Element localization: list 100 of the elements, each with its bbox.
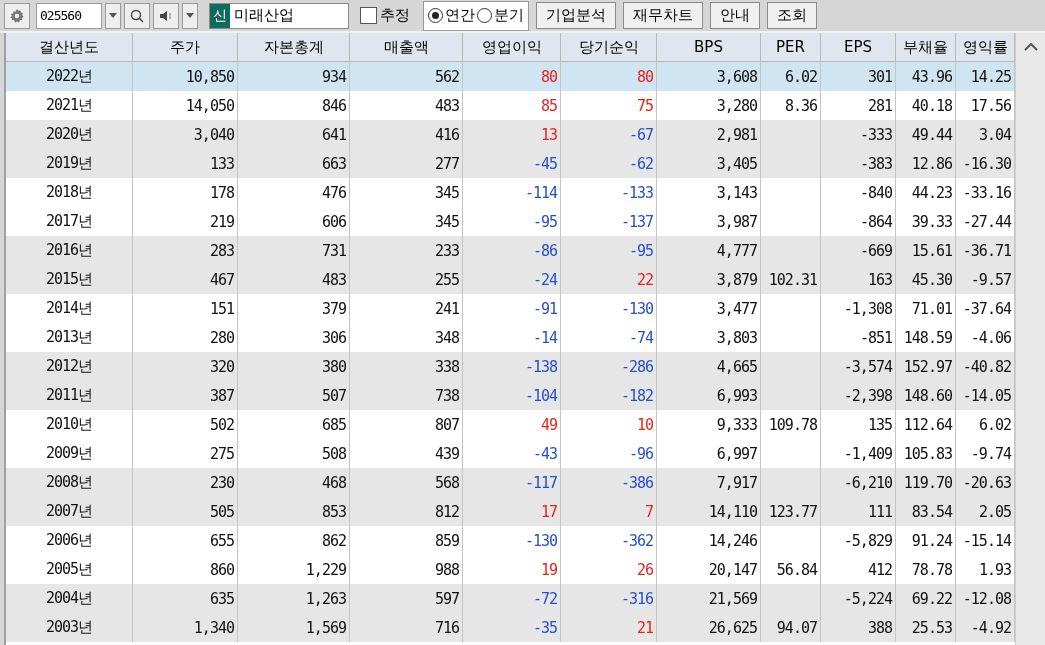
table-cell: 2022년 <box>6 62 133 91</box>
company-field[interactable]: 신 미래산업 <box>209 2 349 29</box>
table-cell <box>761 584 821 613</box>
table-cell: -35 <box>463 613 561 642</box>
table-cell <box>761 381 821 410</box>
code-dropdown-button[interactable] <box>105 2 121 29</box>
table-cell: 2015년 <box>6 265 133 294</box>
column-header[interactable]: 영익률 <box>956 33 1015 62</box>
table-cell: -316 <box>561 584 657 613</box>
column-header[interactable]: 자본총계 <box>238 33 350 62</box>
search-button[interactable] <box>124 2 150 29</box>
table-cell: 507 <box>238 381 350 410</box>
scroll-up-icon[interactable] <box>1023 43 1038 51</box>
period-radio[interactable]: 연간 <box>428 6 475 25</box>
speaker-icon <box>159 9 173 22</box>
action-button[interactable]: 기업분석 <box>536 2 616 29</box>
settings-button[interactable] <box>4 2 30 29</box>
table-cell: 483 <box>238 265 350 294</box>
column-header[interactable]: EPS <box>821 33 896 62</box>
table-cell: 148.60 <box>896 381 956 410</box>
table-cell: 505 <box>133 497 238 526</box>
table-cell <box>761 149 821 178</box>
column-header[interactable]: BPS <box>657 33 761 62</box>
table-cell <box>761 120 821 149</box>
action-button[interactable]: 안내 <box>710 2 760 29</box>
table-cell: -182 <box>561 381 657 410</box>
table-cell: 152.97 <box>896 352 956 381</box>
table-cell: 94.07 <box>761 613 821 642</box>
table-cell: -333 <box>821 120 896 149</box>
new-badge: 신 <box>210 3 230 28</box>
table-cell: 7,917 <box>657 468 761 497</box>
table-cell: 12.86 <box>896 149 956 178</box>
table-cell <box>761 236 821 265</box>
table-cell: 10,850 <box>133 62 238 91</box>
table-cell: 6.02 <box>761 62 821 91</box>
table-cell <box>761 352 821 381</box>
table-cell: 2012년 <box>6 352 133 381</box>
table-cell: 277 <box>350 149 463 178</box>
table-cell: -286 <box>561 352 657 381</box>
table-cell: 597 <box>350 584 463 613</box>
table-cell: 15.61 <box>896 236 956 265</box>
column-header[interactable]: 주가 <box>133 33 238 62</box>
table-cell: 123.77 <box>761 497 821 526</box>
table-cell: -36.71 <box>956 236 1015 265</box>
table-cell: 301 <box>821 62 896 91</box>
table-cell: 22 <box>561 265 657 294</box>
table-cell: 14,110 <box>657 497 761 526</box>
table-cell: 562 <box>350 62 463 91</box>
table-cell: -117 <box>463 468 561 497</box>
period-radio[interactable]: 분기 <box>477 6 524 25</box>
speaker-dropdown-button[interactable] <box>182 2 198 29</box>
table-cell: 934 <box>238 62 350 91</box>
table-cell: 2008년 <box>6 468 133 497</box>
table-cell: 3,040 <box>133 120 238 149</box>
table-cell: 4,777 <box>657 236 761 265</box>
table-cell: 7 <box>561 497 657 526</box>
table-cell: 17 <box>463 497 561 526</box>
company-name: 미래산업 <box>233 6 294 25</box>
table-cell: -40.82 <box>956 352 1015 381</box>
table-cell: 467 <box>133 265 238 294</box>
table-cell: 80 <box>561 62 657 91</box>
table-cell: 468 <box>238 468 350 497</box>
table-cell: -383 <box>821 149 896 178</box>
action-button[interactable]: 재무차트 <box>623 2 703 29</box>
estimate-checkbox[interactable]: 추정 <box>360 6 410 25</box>
table-cell: 230 <box>133 468 238 497</box>
table-cell: -2,398 <box>821 381 896 410</box>
column-header[interactable]: 결산년도 <box>6 33 133 62</box>
table-cell: -138 <box>463 352 561 381</box>
action-button[interactable]: 조회 <box>767 2 817 29</box>
table-cell: -24 <box>463 265 561 294</box>
table-cell: -95 <box>561 236 657 265</box>
scrollbar[interactable] <box>1015 33 1045 645</box>
table-cell: 4,665 <box>657 352 761 381</box>
speaker-button[interactable] <box>153 2 179 29</box>
table-cell: -20.63 <box>956 468 1015 497</box>
table-cell: 80 <box>463 62 561 91</box>
column-header[interactable]: 부채율 <box>896 33 956 62</box>
column-header[interactable]: 영업이익 <box>463 33 561 62</box>
table-cell: -12.08 <box>956 584 1015 613</box>
table-cell: 2020년 <box>6 120 133 149</box>
table-cell: -5,224 <box>821 584 896 613</box>
table-cell: 102.31 <box>761 265 821 294</box>
table-cell: 3.04 <box>956 120 1015 149</box>
caret-icon <box>186 13 194 18</box>
table-cell: 25.53 <box>896 613 956 642</box>
stock-code-field[interactable]: 025560 <box>36 2 102 29</box>
table-cell: 2016년 <box>6 236 133 265</box>
table-cell: 83.54 <box>896 497 956 526</box>
table-cell: 2011년 <box>6 381 133 410</box>
table-cell: -14.05 <box>956 381 1015 410</box>
column-header[interactable]: 당기순익 <box>561 33 657 62</box>
table-cell: 853 <box>238 497 350 526</box>
table-cell: 43.96 <box>896 62 956 91</box>
table-cell: -4.92 <box>956 613 1015 642</box>
table-cell: -669 <box>821 236 896 265</box>
column-header[interactable]: 매출액 <box>350 33 463 62</box>
column-header[interactable]: PER <box>761 33 821 62</box>
table-cell: 69.22 <box>896 584 956 613</box>
table-cell: 255 <box>350 265 463 294</box>
